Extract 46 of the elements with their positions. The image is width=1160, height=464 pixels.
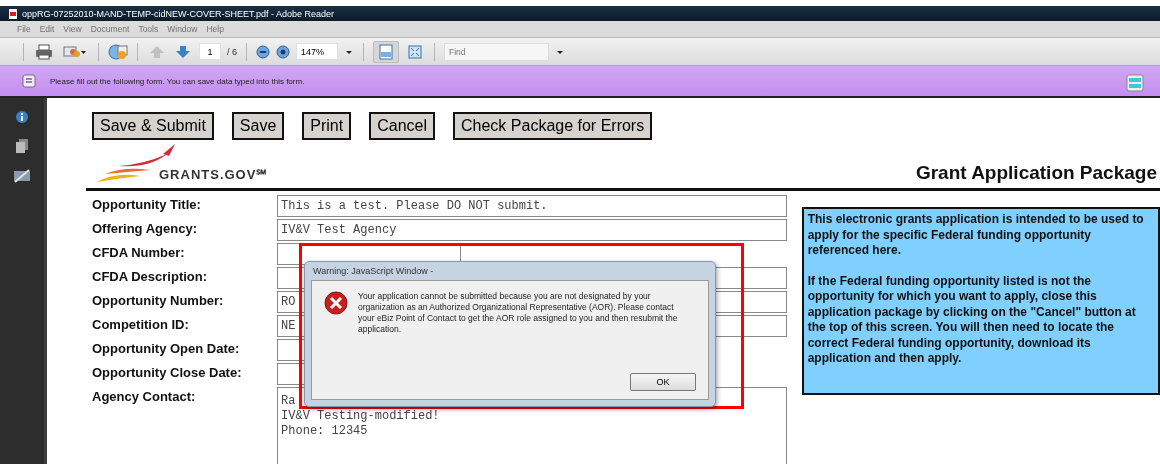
pdf-file-icon bbox=[8, 8, 18, 19]
field-label: Opportunity Close Date: bbox=[92, 364, 243, 382]
menu-item[interactable]: Window bbox=[167, 24, 198, 34]
field-label: CFDA Number: bbox=[92, 244, 186, 262]
globe-icon[interactable] bbox=[108, 42, 128, 61]
menu-item[interactable]: File bbox=[17, 24, 31, 34]
menu-item[interactable]: View bbox=[63, 24, 82, 34]
form-button[interactable]: Cancel bbox=[369, 112, 435, 140]
form-button[interactable]: Check Package for Errors bbox=[453, 112, 653, 140]
zoom-out-icon[interactable] bbox=[256, 44, 270, 59]
page-count: / 6 bbox=[227, 46, 237, 57]
menu-item[interactable]: Help bbox=[206, 24, 224, 34]
field-label: Opportunity Number: bbox=[92, 292, 225, 310]
dialog-message: Your application cannot be submitted because you are not designated by your organization as an Authorized Organizational Representative (AOR). Please contact your eBiz Point of Contact to get the AOR role assigned to you and then resubmit the application. bbox=[358, 291, 679, 335]
window-title: oppRG-07252010-MAND-TEMP-cidNEW-COVER-SHEET.pdf - Adobe Reader bbox=[22, 8, 334, 19]
field-label: Competition ID: bbox=[92, 316, 190, 334]
zoom-in-icon[interactable] bbox=[276, 44, 290, 59]
logo-text: GRANTS.GOV℠ bbox=[159, 166, 269, 183]
zoom-field[interactable]: 147% bbox=[296, 43, 338, 60]
pages-icon[interactable] bbox=[15, 138, 29, 154]
info-paragraph: This electronic grants application is intended to be used to apply for the specific Federal funding opportunity referenced here. bbox=[807, 212, 1145, 259]
form-button[interactable]: Save & Submit bbox=[92, 112, 214, 140]
error-icon bbox=[324, 291, 348, 315]
field-label: Opportunity Title: bbox=[92, 196, 202, 214]
field-label: CFDA Description: bbox=[92, 268, 209, 286]
form-icon bbox=[22, 74, 36, 88]
field-label: Opportunity Open Date: bbox=[92, 340, 241, 358]
menu-item[interactable]: Tools bbox=[138, 24, 159, 34]
page-heading: Grant Application Package bbox=[915, 162, 1157, 184]
form-button[interactable]: Save bbox=[231, 112, 285, 140]
field-label: Offering Agency: bbox=[92, 220, 198, 238]
form-button[interactable]: Print bbox=[302, 112, 352, 140]
highlight-fields-icon[interactable] bbox=[1126, 74, 1144, 92]
field-label: Agency Contact: bbox=[92, 388, 197, 406]
dialog-title: Warning: JavaScript Window - bbox=[312, 265, 434, 278]
info-icon[interactable] bbox=[15, 110, 29, 124]
info-paragraph: If the Federal funding opportunity listed is not the opportunity for which you want to apply, close this application package by clicking on the "Cancel" button at the top of this screen. You will then need to locate the correct Federal funding opportunity, download its application and then apply. bbox=[807, 273, 1137, 367]
menu-item[interactable]: Edit bbox=[39, 24, 55, 34]
form-message: Please fill out the following form. You can save data typed into this form. bbox=[50, 76, 305, 86]
fit-width-button[interactable] bbox=[373, 40, 399, 63]
ok-button[interactable]: OK bbox=[630, 373, 696, 391]
menu-item[interactable]: Document bbox=[90, 24, 130, 34]
find-field[interactable]: Find bbox=[444, 42, 549, 61]
text-field[interactable]: IV&V Test Agency bbox=[277, 219, 787, 241]
page-number-field[interactable]: 1 bbox=[199, 43, 221, 60]
text-field[interactable]: This is a test. Please DO NOT submit. bbox=[277, 195, 787, 217]
